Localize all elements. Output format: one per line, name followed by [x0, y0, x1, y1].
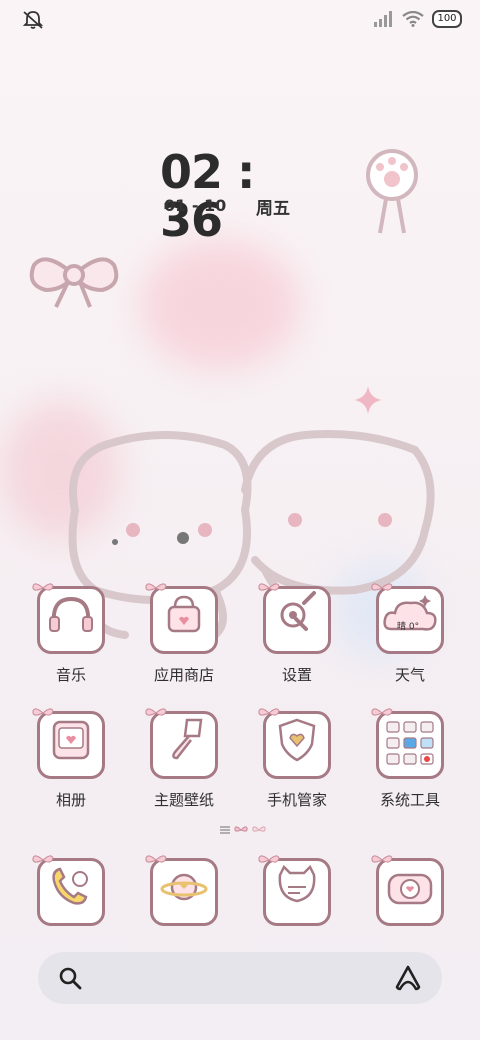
- app-label: 相册: [55, 791, 86, 809]
- page-dot-icon: [252, 826, 266, 832]
- battery-icon: 100: [432, 10, 462, 28]
- sparkle-decoration: [354, 386, 382, 414]
- app-themes[interactable]: 主题壁纸: [136, 708, 232, 810]
- shopping-bag-icon: [145, 583, 218, 654]
- app-system-tools[interactable]: 系统工具: [362, 708, 458, 810]
- search-bar[interactable]: [38, 952, 442, 1004]
- status-bar: 100: [0, 0, 480, 40]
- app-label: 系统工具: [379, 791, 440, 809]
- assistant-icon[interactable]: [394, 964, 422, 992]
- battery-level: 100: [437, 13, 457, 24]
- cloud-icon: 晴 0°: [371, 583, 444, 654]
- app-weather[interactable]: 晴 0° 天气: [362, 583, 458, 685]
- camera-icon: [371, 855, 444, 926]
- clock-weekday: 周五: [256, 199, 290, 219]
- app-gallery[interactable]: 相册: [23, 708, 119, 810]
- app-label: 主题壁纸: [153, 791, 214, 809]
- clock-date: 01 - 10: [164, 196, 227, 215]
- app-phone-manager[interactable]: 手机管家: [249, 708, 345, 810]
- menu-lines-icon: [220, 826, 230, 834]
- phone-icon: [32, 855, 105, 926]
- page-indicator[interactable]: [220, 825, 266, 835]
- weather-text: 晴 0°: [397, 622, 420, 632]
- headphones-icon: [32, 583, 105, 654]
- wifi-icon: [402, 11, 424, 27]
- app-label: 设置: [281, 666, 312, 684]
- bg-heart-glow: [140, 240, 300, 370]
- folder-grid-icon: [371, 708, 444, 779]
- clock-widget[interactable]: 02 : 36 01 - 10 周五: [160, 148, 310, 244]
- app-settings[interactable]: 设置: [249, 583, 345, 685]
- dock-phone[interactable]: [23, 855, 119, 926]
- app-store[interactable]: 应用商店: [136, 583, 232, 685]
- app-label: 应用商店: [153, 666, 214, 684]
- app-label: 天气: [394, 666, 425, 684]
- notification-mute-icon: [22, 11, 44, 29]
- app-label: 手机管家: [266, 791, 327, 809]
- planet-heart-icon: [145, 855, 218, 926]
- signal-icon: [374, 11, 392, 27]
- dock-camera[interactable]: [362, 855, 458, 926]
- dock-browser[interactable]: [136, 855, 232, 926]
- chat-cat-icon: [258, 855, 331, 926]
- dock-messages[interactable]: [249, 855, 345, 926]
- search-icon[interactable]: [58, 966, 82, 990]
- app-music[interactable]: 音乐: [23, 583, 119, 685]
- shield-heart-icon: [258, 708, 331, 779]
- paint-brush-icon: [145, 708, 218, 779]
- bow-decoration: [29, 257, 119, 308]
- paw-flower-decoration: [366, 149, 418, 234]
- wrench-gear-icon: [258, 583, 331, 654]
- page-dot-icon: [234, 826, 248, 832]
- app-label: 音乐: [55, 666, 86, 684]
- photo-icon: [32, 708, 105, 779]
